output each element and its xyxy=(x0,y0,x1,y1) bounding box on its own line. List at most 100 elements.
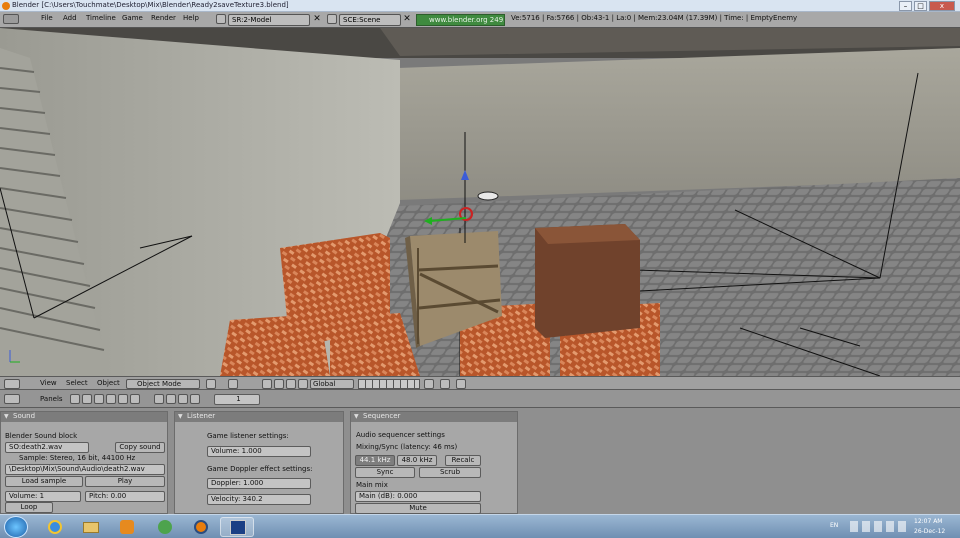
info-header: File Add Timeline Game Render Help SR:2-… xyxy=(0,12,960,28)
menu-game[interactable]: Game xyxy=(122,14,143,22)
menu-help[interactable]: Help xyxy=(183,14,199,22)
listener-panel: Listener Game listener settings: Volume:… xyxy=(174,411,344,514)
pitch-slider[interactable]: Pitch: 0.00 xyxy=(85,491,165,502)
sequencer-settings-label: Audio sequencer settings xyxy=(356,431,445,439)
play-button[interactable]: Play xyxy=(85,476,165,487)
listener-settings-label: Game listener settings: xyxy=(207,432,289,440)
mode-select[interactable]: Object Mode xyxy=(126,379,200,389)
3d-viewport[interactable] xyxy=(0,28,960,376)
sound-panel-header[interactable]: Sound xyxy=(1,412,167,422)
layer-buttons[interactable] xyxy=(358,379,420,389)
scene-browse-icon[interactable] xyxy=(327,14,337,24)
rotate-icon[interactable] xyxy=(286,379,296,389)
tray-icons[interactable] xyxy=(850,521,908,532)
sound-tab-icon[interactable] xyxy=(154,394,164,404)
sample-info: Sample: Stereo, 16 bit, 44100 Hz xyxy=(19,454,136,462)
close-button[interactable]: x xyxy=(929,1,955,11)
render-preview-icon[interactable] xyxy=(440,379,450,389)
utorrent-icon[interactable] xyxy=(148,517,182,537)
editor-type-icon[interactable] xyxy=(4,379,20,389)
minimize-button[interactable]: – xyxy=(899,1,912,11)
scene-delete-icon[interactable]: ✕ xyxy=(402,14,412,26)
maximize-button[interactable]: □ xyxy=(914,1,927,11)
screen-browse-icon[interactable] xyxy=(216,14,226,24)
main-mix-label: Main mix xyxy=(356,481,388,489)
sound-block-label: Blender Sound block xyxy=(5,432,78,440)
hand-icon[interactable] xyxy=(262,379,272,389)
logic-icon[interactable] xyxy=(70,394,80,404)
blender-logo-icon xyxy=(2,2,10,10)
window-titlebar: Blender [C:\Users\Touchmate\Desktop\Mix\… xyxy=(0,0,960,12)
menu-view[interactable]: View xyxy=(40,379,57,389)
script-icon[interactable] xyxy=(82,394,92,404)
screen-field[interactable]: SR:2-Model xyxy=(228,14,310,26)
rate-48khz-button[interactable]: 48.0 kHz xyxy=(397,455,437,466)
editing-icon[interactable] xyxy=(118,394,128,404)
translate-icon[interactable] xyxy=(274,379,284,389)
menu-select[interactable]: Select xyxy=(66,379,88,389)
recalc-button[interactable]: Recalc xyxy=(445,455,481,466)
frame-field[interactable]: 1 xyxy=(214,394,260,405)
volume-slider[interactable]: Volume: 1 xyxy=(5,491,81,502)
game-tab-icon[interactable] xyxy=(190,394,200,404)
buttons-panels: Sound Blender Sound block SO:death2.wav … xyxy=(0,408,960,514)
sequencer-panel-header[interactable]: Sequencer xyxy=(351,412,517,422)
scene-icon[interactable] xyxy=(130,394,140,404)
doppler-field[interactable]: Doppler: 1.000 xyxy=(207,478,311,489)
camera-render-icon[interactable] xyxy=(456,379,466,389)
window-title: Blender [C:\Users\Touchmate\Desktop\Mix\… xyxy=(12,1,289,9)
blender-window-taskbar-icon[interactable] xyxy=(220,517,254,537)
menu-timeline[interactable]: Timeline xyxy=(86,14,116,22)
rate-44khz-button[interactable]: 44.1 kHz xyxy=(355,455,395,466)
editor-type-icon[interactable] xyxy=(4,394,20,404)
menu-file[interactable]: File xyxy=(41,14,53,22)
media-player-icon[interactable] xyxy=(110,517,144,537)
sound-name-field[interactable]: SO:death2.wav xyxy=(5,442,89,453)
menu-render[interactable]: Render xyxy=(151,14,176,22)
anim-tab-icon[interactable] xyxy=(178,394,188,404)
mixing-sync-label: Mixing/Sync (latency: 46 ms) xyxy=(356,443,458,451)
menu-add[interactable]: Add xyxy=(63,14,77,22)
file-explorer-icon[interactable] xyxy=(74,517,108,537)
loop-button[interactable]: Loop xyxy=(5,502,53,513)
start-button[interactable] xyxy=(4,516,28,538)
load-sample-button[interactable]: Load sample xyxy=(5,476,83,487)
language-indicator[interactable]: EN xyxy=(830,522,838,529)
screen-delete-icon[interactable]: ✕ xyxy=(312,14,322,26)
doppler-settings-label: Game Doppler effect settings: xyxy=(207,465,313,473)
object-icon[interactable] xyxy=(106,394,116,404)
scene-stats: Ve:5716 | Fa:5766 | Ob:43-1 | La:0 | Mem… xyxy=(511,14,798,22)
render-tab-icon[interactable] xyxy=(166,394,176,404)
mute-button[interactable]: Mute xyxy=(355,503,481,514)
blender-url-link[interactable]: www.blender.org 249.2 xyxy=(416,14,505,26)
lock-icon[interactable] xyxy=(424,379,434,389)
scale-icon[interactable] xyxy=(298,379,308,389)
copy-sound-button[interactable]: Copy sound xyxy=(115,442,165,453)
menu-object[interactable]: Object xyxy=(97,379,120,389)
sync-button[interactable]: Sync xyxy=(355,467,415,478)
scene-render[interactable] xyxy=(0,28,960,376)
shading-icon[interactable] xyxy=(94,394,104,404)
main-db-slider[interactable]: Main (dB): 0.000 xyxy=(355,491,481,502)
internet-explorer-icon[interactable] xyxy=(38,517,72,537)
panels-menu[interactable]: Panels xyxy=(40,395,63,405)
editor-type-icon[interactable] xyxy=(3,14,19,24)
listener-panel-header[interactable]: Listener xyxy=(175,412,343,422)
sound-path-field[interactable]: \Desktop\Mix\Sound\Audio\death2.wav xyxy=(5,464,165,475)
clock-time[interactable]: 12:07 AM xyxy=(914,518,942,525)
taskbar: EN 12:07 AM 26-Dec-12 xyxy=(0,514,960,538)
scene-field[interactable]: SCE:Scene xyxy=(339,14,401,26)
draw-type-icon[interactable] xyxy=(206,379,216,389)
scrub-button[interactable]: Scrub xyxy=(419,467,481,478)
orientation-select[interactable]: Global xyxy=(310,379,354,389)
sound-panel: Sound Blender Sound block SO:death2.wav … xyxy=(0,411,168,514)
brown-crate[interactable] xyxy=(535,224,640,338)
clock-date[interactable]: 26-Dec-12 xyxy=(914,528,945,535)
blender-taskbar-icon[interactable] xyxy=(184,517,218,537)
listener-volume-field[interactable]: Volume: 1.000 xyxy=(207,446,311,457)
velocity-field[interactable]: Velocity: 340.2 xyxy=(207,494,311,505)
view3d-header: View Select Object Object Mode Global xyxy=(0,376,960,390)
buttons-header: Panels 1 xyxy=(0,390,960,408)
sequencer-panel: Sequencer Audio sequencer settings Mixin… xyxy=(350,411,518,514)
pivot-icon[interactable] xyxy=(228,379,238,389)
